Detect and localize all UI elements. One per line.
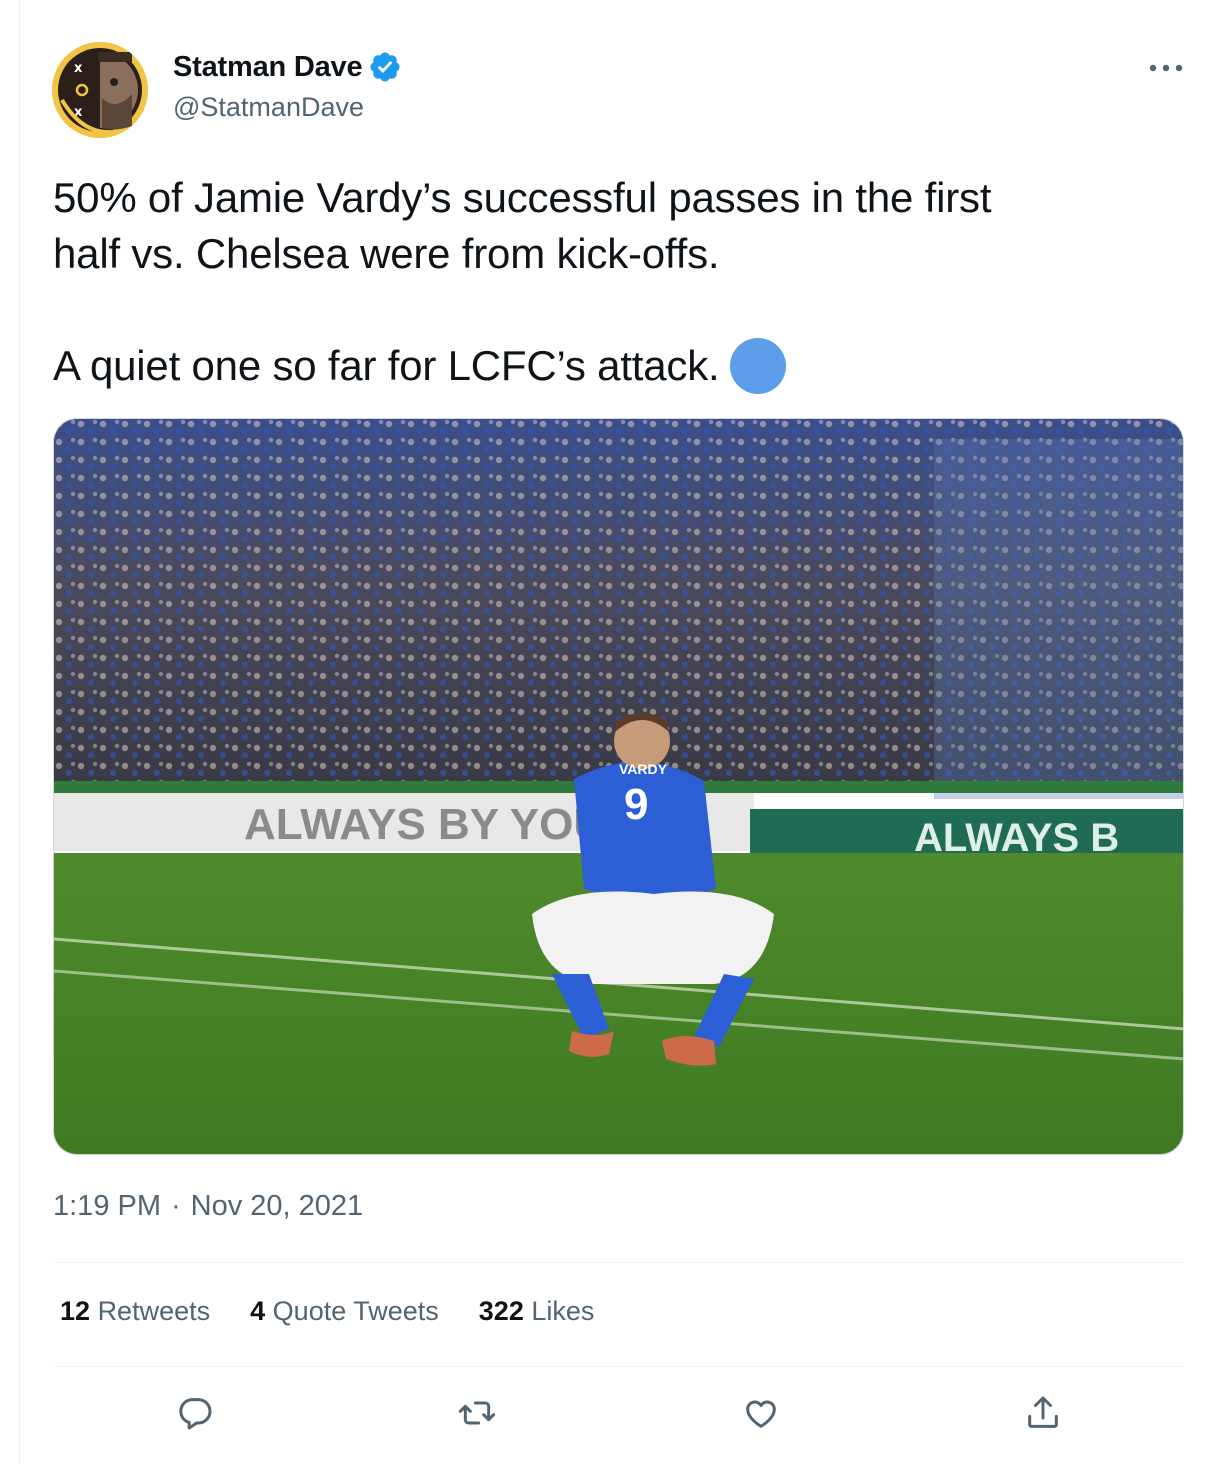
tweet-photo[interactable]: ALWAYS BY YOU ALWAYS B VARDY 9 [53,418,1184,1155]
avatar[interactable]: x x [52,42,148,138]
tweet-text: 50% of Jamie Vardy’s successful passes i… [53,170,1173,394]
tweet-text-line-1: 50% of Jamie Vardy’s successful passes i… [53,174,992,277]
more-options-icon[interactable] [1146,52,1186,84]
retweet-button[interactable] [454,1390,500,1436]
blue-circle-emoji-icon [729,338,786,394]
svg-text:x: x [74,61,83,76]
ad-board-left-text: ALWAYS BY YOU [244,800,605,849]
tweet-time[interactable]: 1:19 PM [53,1190,161,1222]
timeline-border [19,0,20,1464]
retweets-count: 12 [60,1296,91,1326]
retweets-label: Retweets [97,1296,211,1326]
share-button[interactable] [1020,1390,1066,1436]
avatar-icon: x x [52,42,148,138]
shirt-name-text: VARDY [619,761,668,777]
divider-top [53,1262,1186,1263]
stadium-photo-image: ALWAYS BY YOU ALWAYS B VARDY 9 [54,419,1183,1154]
tweet-text-line-2: A quiet one so far for LCFC’s attack. [53,342,720,389]
shirt-number-text: 9 [624,780,648,829]
quote-tweets-stat[interactable]: 4 Quote Tweets [250,1296,439,1327]
reply-icon [179,1398,212,1430]
retweet-icon [458,1401,496,1425]
quotes-count: 4 [250,1296,266,1326]
display-name[interactable]: Statman Dave [173,51,363,84]
verified-badge-icon [370,52,400,82]
author-name-row[interactable]: Statman Dave [173,50,402,84]
like-icon [746,1400,776,1428]
likes-label: Likes [531,1296,595,1326]
divider-bottom [53,1366,1186,1367]
like-button[interactable] [738,1390,784,1436]
tweet-timestamp[interactable]: 1:19 PM · Nov 20, 2021 [53,1190,363,1223]
handle[interactable]: @StatmanDave [173,92,364,123]
engagement-stats: 12 Retweets 4 Quote Tweets 322 Likes [60,1296,634,1327]
likes-stat[interactable]: 322 Likes [479,1296,595,1327]
tweet-date[interactable]: Nov 20, 2021 [191,1190,364,1222]
retweets-stat[interactable]: 12 Retweets [60,1296,210,1327]
quotes-label: Quote Tweets [272,1296,439,1326]
share-icon [1028,1396,1058,1428]
reply-button[interactable] [172,1390,218,1436]
likes-count: 322 [478,1296,524,1326]
timestamp-separator: · [171,1190,181,1222]
